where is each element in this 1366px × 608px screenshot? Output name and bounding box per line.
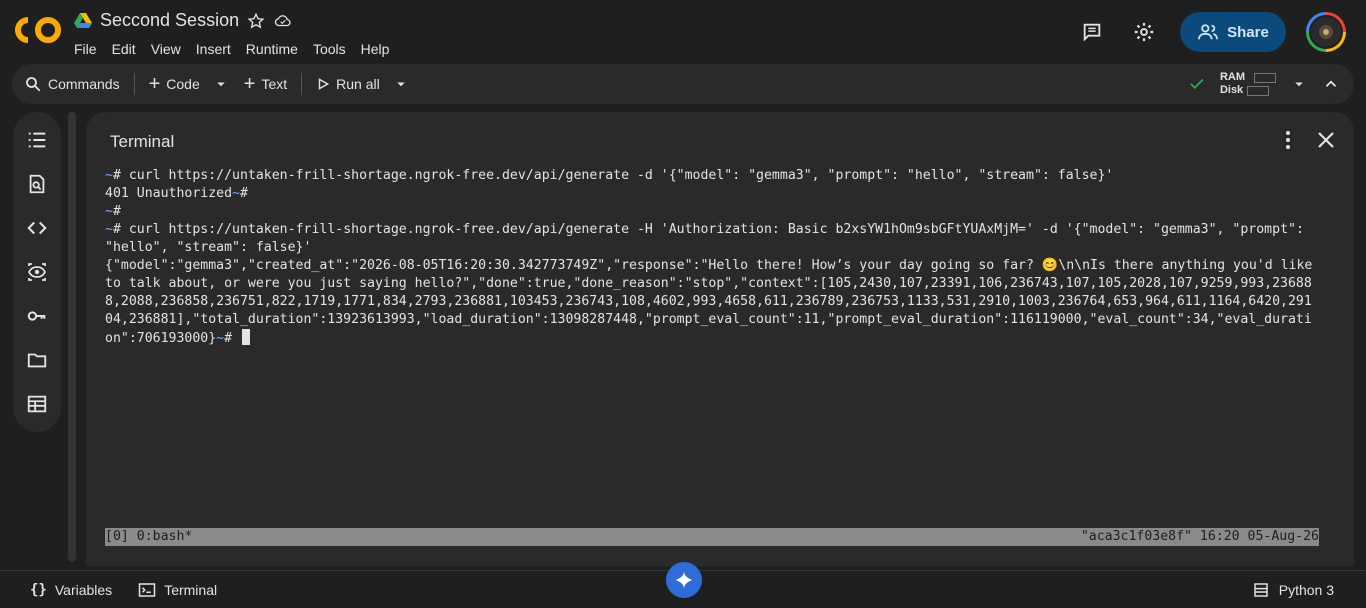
toc-icon[interactable] <box>25 128 49 152</box>
code-snippets-icon[interactable] <box>25 216 49 240</box>
side-rail <box>13 112 61 432</box>
prompt-tilde: ~ <box>105 204 113 219</box>
terminal-button[interactable]: Terminal <box>138 582 217 598</box>
eye-icon[interactable] <box>25 260 49 284</box>
commands-label: Commands <box>48 76 120 92</box>
status-right: "aca3c1f03e8f" 16:20 05-Aug-26 <box>1080 529 1319 544</box>
ram-bar <box>1254 72 1276 83</box>
text-label: Text <box>261 76 288 92</box>
resource-monitor[interactable]: RAM Disk <box>1220 71 1276 97</box>
commands-button[interactable]: Commands <box>24 75 120 93</box>
runtime-label: Python 3 <box>1278 581 1334 598</box>
prompt-tilde: ~ <box>232 186 240 201</box>
search-icon <box>26 77 41 92</box>
run-all-button[interactable]: Run all <box>316 75 410 93</box>
menu-file[interactable]: File <box>74 41 97 57</box>
share-button[interactable]: Share <box>1180 12 1286 52</box>
variables-label: Variables <box>54 581 113 598</box>
table-icon[interactable] <box>25 392 49 416</box>
plus-icon: + <box>148 73 161 95</box>
avatar[interactable] <box>1306 12 1346 52</box>
chevron-down-icon[interactable] <box>1290 75 1308 93</box>
find-icon[interactable] <box>25 172 49 196</box>
toolbar-divider <box>301 73 303 95</box>
ram-label: RAM <box>1219 71 1245 83</box>
menu-runtime[interactable]: Runtime <box>246 41 298 57</box>
braces-icon: {} <box>30 581 47 598</box>
play-icon <box>318 78 330 90</box>
menu-tools[interactable]: Tools <box>313 41 346 57</box>
toolbar-divider <box>133 73 135 95</box>
tmux-status-bar: [0] 0:bash* "aca3c1f03e8f" 16:20 05-Aug-… <box>105 528 1319 546</box>
status-left: [0] 0:bash* <box>105 529 193 544</box>
comments-button[interactable] <box>1076 16 1108 48</box>
menu-insert[interactable]: Insert <box>196 41 231 57</box>
close-icon[interactable] <box>1314 128 1338 152</box>
drive-icon <box>74 12 92 28</box>
chevron-up-icon[interactable] <box>1322 75 1340 93</box>
panel-divider[interactable] <box>68 112 76 562</box>
colab-logo[interactable] <box>14 14 62 46</box>
add-text-button[interactable]: + Text <box>243 73 288 95</box>
menu-edit[interactable]: Edit <box>112 41 136 57</box>
gear-icon <box>1134 22 1154 42</box>
sparkle-icon <box>675 571 693 589</box>
terminal-title: Terminal <box>110 132 175 151</box>
variables-button[interactable]: {} Variables <box>30 582 112 598</box>
menu-bar: File Edit View Insert Runtime Tools Help <box>74 41 389 57</box>
app-header: Seccond Session File Edit View Insert Ru… <box>0 0 1366 64</box>
terminal-line: ~# curl https://untaken-frill-shortage.n… <box>105 168 1114 183</box>
prompt-tilde: ~ <box>105 222 113 237</box>
settings-button[interactable] <box>1128 16 1160 48</box>
check-icon <box>1190 78 1204 90</box>
cloud-icon[interactable] <box>273 12 293 30</box>
notebook-title[interactable]: Seccond Session <box>100 10 239 31</box>
share-label: Share <box>1227 23 1269 41</box>
run-all-label: Run all <box>336 76 380 92</box>
star-icon[interactable] <box>247 12 265 30</box>
disk-label: Disk <box>1219 84 1244 96</box>
add-code-button[interactable]: + Code <box>148 73 230 95</box>
runtime-indicator[interactable]: Python 3 <box>1253 571 1334 608</box>
terminal-output[interactable]: ~# curl https://untaken-frill-shortage.n… <box>105 167 1319 348</box>
terminal-line: ~# <box>105 204 121 219</box>
notebook-toolbar: Commands + Code + Text Run all RAM Disk <box>12 64 1354 104</box>
runtime-icon <box>1254 582 1268 597</box>
disk-bar <box>1247 85 1270 96</box>
chevron-down-icon[interactable] <box>392 75 410 93</box>
folder-icon[interactable] <box>25 348 49 372</box>
plus-icon: + <box>243 73 256 95</box>
terminal-cursor <box>242 329 251 345</box>
people-icon <box>1198 24 1219 40</box>
key-icon[interactable] <box>25 304 49 328</box>
comment-icon <box>1083 23 1101 42</box>
chevron-down-icon[interactable] <box>212 75 230 93</box>
gemini-button[interactable] <box>666 562 702 598</box>
terminal-line: 401 Unauthorized~# <box>105 186 248 201</box>
menu-view[interactable]: View <box>151 41 181 57</box>
code-label: Code <box>166 76 200 92</box>
prompt-tilde: ~ <box>216 331 225 346</box>
terminal-line: ~# curl https://untaken-frill-shortage.n… <box>105 222 1312 255</box>
terminal-icon <box>138 582 156 597</box>
prompt-tilde: ~ <box>105 168 113 183</box>
more-vert-icon[interactable] <box>1276 128 1300 152</box>
terminal-label: Terminal <box>164 581 218 598</box>
terminal-line: {"model":"gemma3","created_at":"2026-08-… <box>105 258 1321 346</box>
menu-help[interactable]: Help <box>361 41 390 57</box>
terminal-panel: Terminal ~# curl https://untaken-frill-s… <box>86 112 1354 566</box>
profile-emblem-icon <box>1319 25 1333 39</box>
